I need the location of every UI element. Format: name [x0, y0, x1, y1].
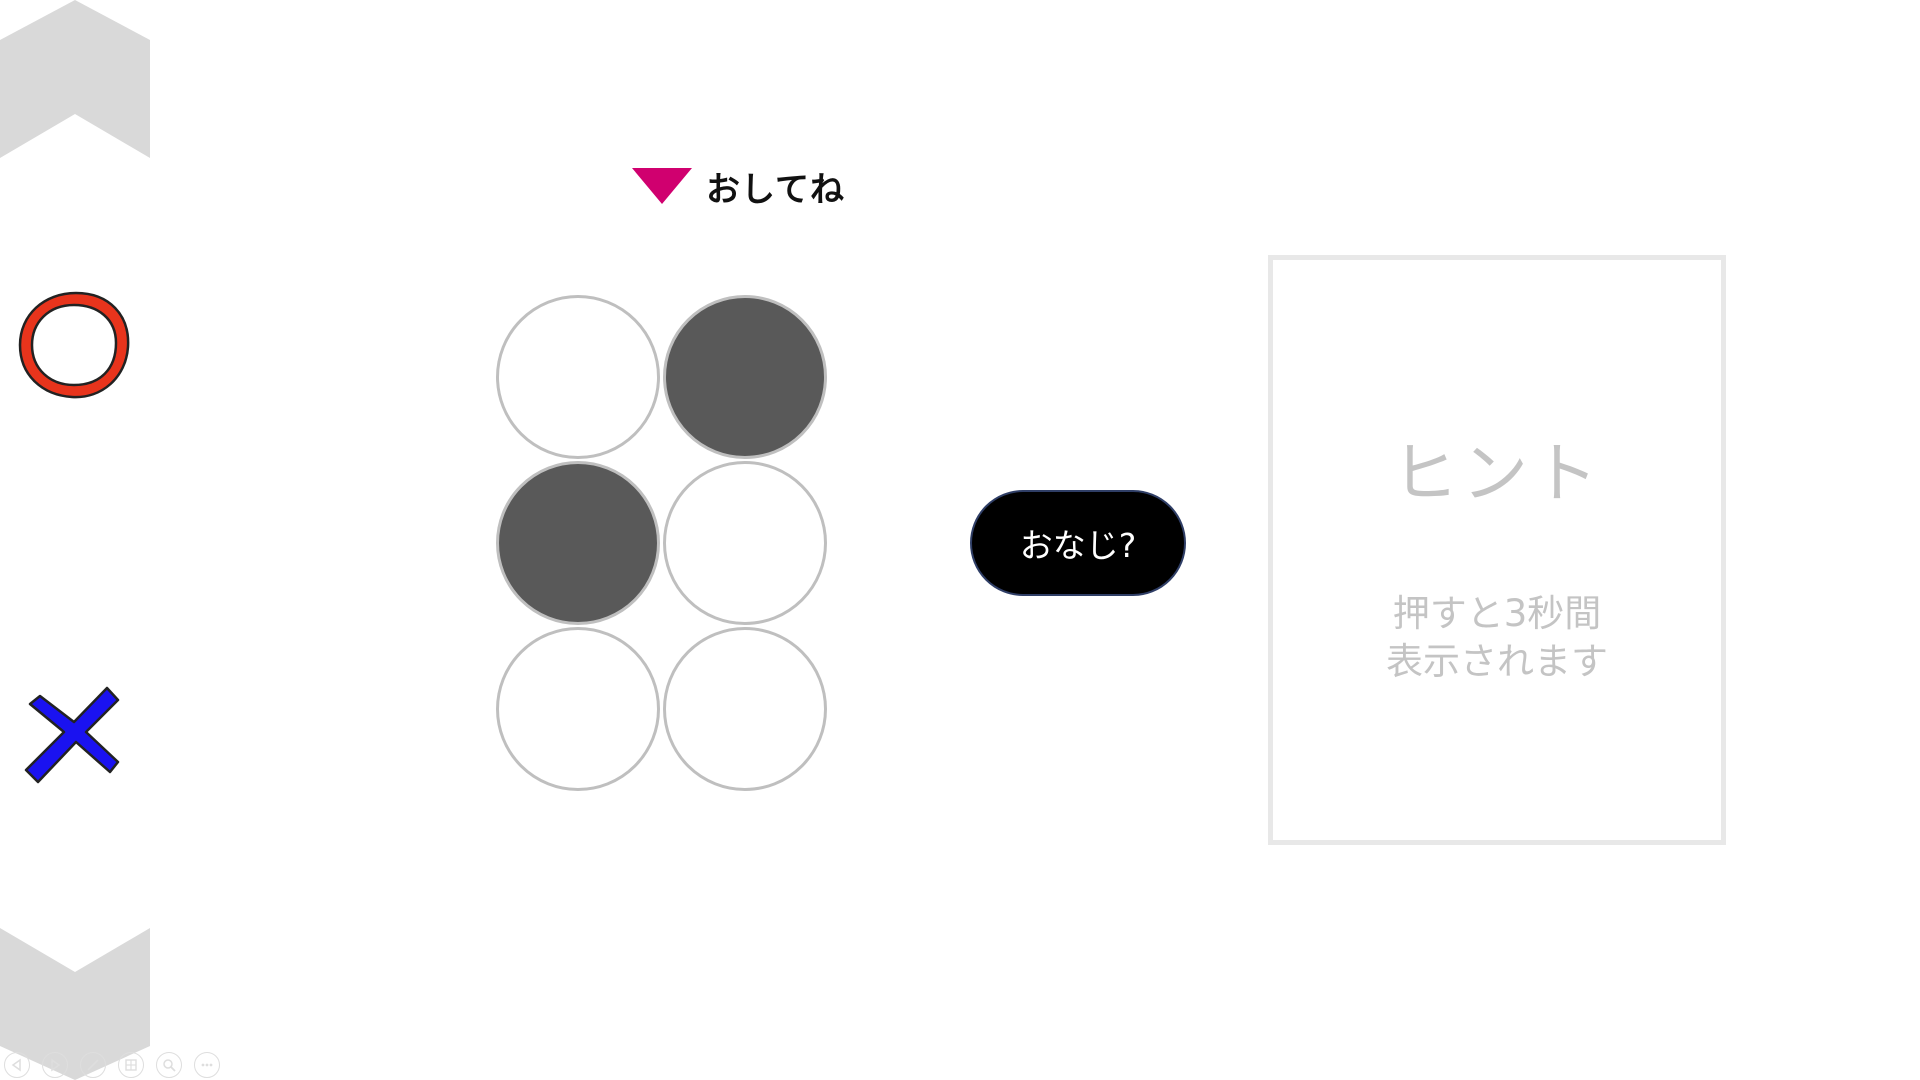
zoom-icon[interactable] [156, 1052, 182, 1078]
hint-description: 押すと3秒間 表示されます [1273, 590, 1721, 686]
dot-5[interactable] [663, 461, 827, 625]
same-button[interactable]: おなじ? [970, 490, 1186, 596]
slide-stage: おしてね おなじ? ヒント 押すと3秒間 表示されます [0, 0, 1920, 1080]
dot-6[interactable] [663, 627, 827, 791]
hint-panel[interactable]: ヒント 押すと3秒間 表示されます [1268, 255, 1726, 845]
dot-3[interactable] [496, 627, 660, 791]
hint-desc-line-1: 押すと3秒間 [1392, 592, 1602, 635]
slides-icon[interactable] [118, 1052, 144, 1078]
presentation-toolbar [4, 1052, 232, 1080]
red-circle-icon[interactable] [14, 285, 134, 405]
hint-title: ヒント [1392, 435, 1602, 512]
press-hint: おしてね [632, 164, 845, 210]
dot-4[interactable] [663, 295, 827, 459]
blue-cross-icon[interactable] [14, 678, 134, 798]
chevron-up-icon[interactable] [0, 0, 150, 158]
dot-1[interactable] [496, 295, 660, 459]
down-arrow-icon [632, 168, 692, 204]
previous-icon[interactable] [4, 1052, 30, 1078]
dot-grid [496, 295, 832, 795]
more-icon[interactable] [194, 1052, 220, 1078]
dot-2[interactable] [496, 461, 660, 625]
hint-desc-line-2: 表示されます [1386, 640, 1608, 683]
next-icon[interactable] [42, 1052, 68, 1078]
pen-icon[interactable] [80, 1052, 106, 1078]
same-button-label: おなじ? [1019, 526, 1137, 565]
press-hint-label: おしてね [706, 169, 845, 210]
